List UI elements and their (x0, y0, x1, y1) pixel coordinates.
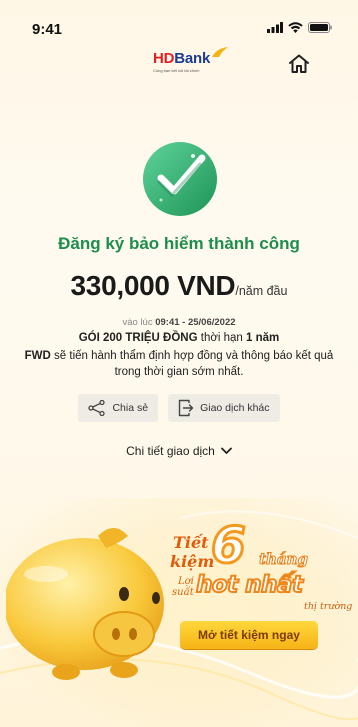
package-name: GÓI 200 TRIỆU ĐỒNG (78, 332, 198, 344)
amount-row: 330,000 VND/năm đầu (0, 270, 358, 302)
promo-suat: suất (172, 587, 194, 598)
logo-wing-icon (212, 47, 229, 57)
promo-six: 6 (210, 516, 248, 574)
hdbank-logo: HDBank Cùng bạn kết nối tài chính (153, 47, 229, 73)
premium-period: /năm đầu (235, 284, 288, 298)
open-savings-button[interactable]: Mở tiết kiệm ngay (180, 621, 318, 649)
promo-hot: hot nhất (195, 571, 304, 599)
chevron-down-icon (220, 447, 232, 454)
time-prefix: vào lúc (122, 317, 153, 328)
desc-company: FWD (24, 350, 51, 362)
transaction-details-toggle[interactable]: Chi tiết giao dịch (0, 444, 358, 458)
time-value: 09:41 - 25/06/2022 (155, 317, 236, 328)
wifi-icon (288, 22, 303, 33)
promo-kiem: kiệm (170, 552, 215, 571)
success-title: Đăng ký bảo hiểm thành công (58, 234, 300, 253)
logo-bank: Bank (174, 50, 211, 67)
battery-icon (308, 22, 332, 33)
app-screen: 9:41 HDBank Cùng bạn kết nối tài chính Đ… (0, 0, 358, 727)
share-label: Chia sẻ (112, 402, 149, 414)
status-time: 9:41 (32, 21, 63, 38)
signal-icon (267, 22, 283, 33)
home-icon (289, 54, 309, 73)
share-icon (88, 400, 106, 416)
check-icon (143, 142, 217, 216)
savings-promo-banner[interactable]: Tiết kiệm 6 tháng Lợi suất hot nhất thị … (0, 498, 358, 727)
action-buttons: Chia sẻ Giao dịch khác (0, 394, 358, 422)
package-term: 1 năm (246, 332, 280, 344)
transaction-time: vào lúc 09:41 - 25/06/2022 (0, 317, 358, 328)
details-label: Chi tiết giao dịch (126, 444, 215, 458)
promo-tiet: Tiết (173, 533, 209, 552)
package-mid: thời hạn (197, 332, 247, 344)
transaction-icon (178, 399, 194, 417)
share-button[interactable]: Chia sẻ (78, 394, 159, 422)
home-button[interactable] (287, 52, 311, 76)
header: HDBank Cùng bạn kết nối tài chính (0, 44, 358, 84)
logo-tagline: Cùng bạn kết nối tài chính (153, 68, 200, 73)
other-transaction-label: Giao dịch khác (200, 402, 270, 414)
package-info: GÓI 200 TRIỆU ĐỒNG thời hạn 1 năm (0, 332, 358, 344)
status-bar: 9:41 (0, 0, 358, 40)
premium-amount: 330,000 VND (70, 270, 236, 301)
logo-hd: HD (153, 50, 175, 67)
piggy-bank-illustration (6, 528, 164, 680)
promo-market: thị trường (304, 601, 353, 612)
success-check (141, 140, 219, 218)
promo-loi: Lợi (178, 576, 194, 587)
desc-text: sẽ tiến hành thẩm định hợp đồng và thông… (50, 350, 334, 378)
other-transaction-button[interactable]: Giao dịch khác (168, 394, 280, 422)
status-icons (267, 22, 332, 33)
result-description: FWD sẽ tiến hành thẩm định hợp đồng và t… (20, 348, 338, 380)
promo-thang: tháng (259, 550, 309, 569)
